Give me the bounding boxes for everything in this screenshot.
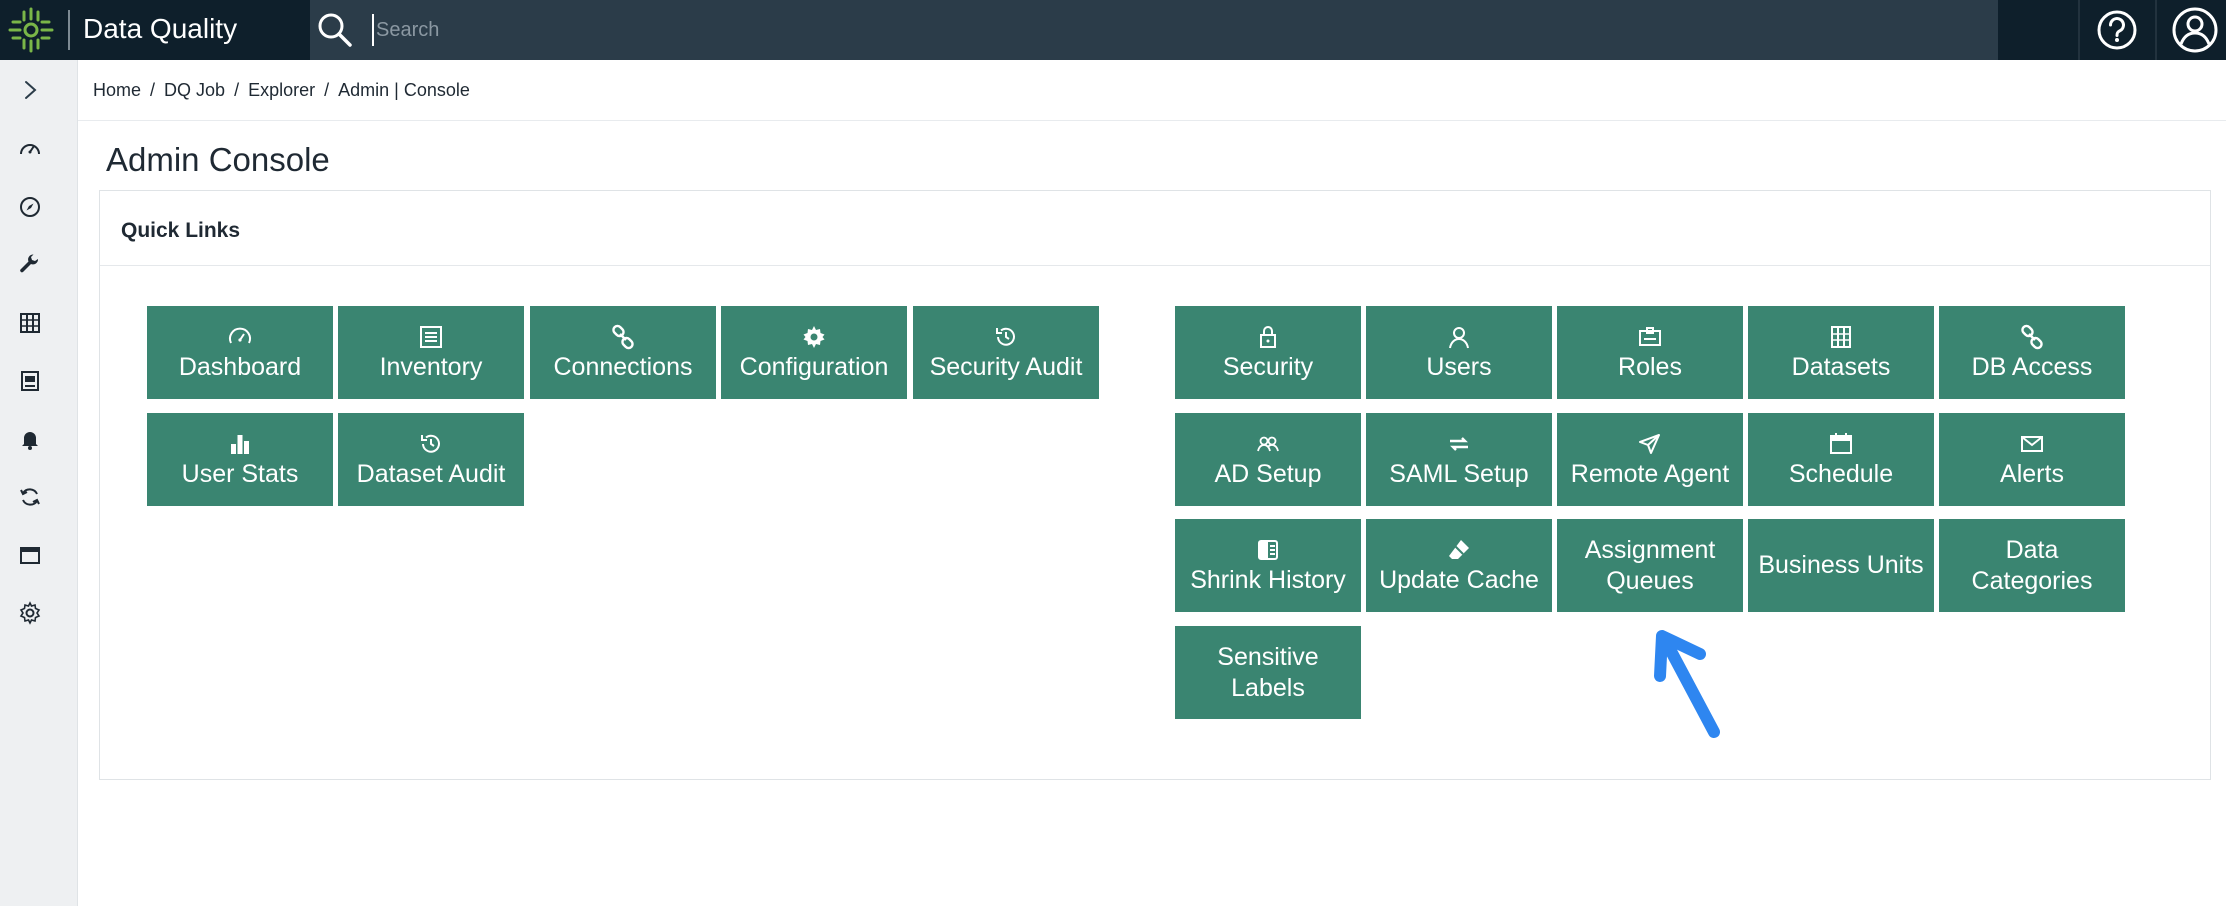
reports-icon[interactable] bbox=[14, 365, 46, 397]
app-title: Data Quality bbox=[83, 13, 238, 44]
tile-label: Security bbox=[1222, 352, 1314, 381]
logo-divider bbox=[68, 10, 70, 50]
tile-label: Remote Agent bbox=[1570, 459, 1730, 488]
tile-label: Inventory bbox=[379, 352, 483, 381]
tile-label: Dashboard bbox=[178, 352, 302, 381]
bar-chart-icon bbox=[227, 431, 253, 457]
help-icon[interactable] bbox=[2095, 8, 2139, 52]
topbar-separator bbox=[2078, 0, 2080, 60]
explorer-compass-icon[interactable] bbox=[14, 191, 46, 223]
tile-label: Shrink History bbox=[1190, 565, 1346, 594]
tile-label: Dataset Audit bbox=[356, 459, 506, 488]
breadcrumb-admin-console[interactable]: Admin | Console bbox=[338, 80, 470, 101]
tile-label: Configuration bbox=[739, 352, 889, 381]
search-icon[interactable] bbox=[316, 11, 354, 49]
top-bar: Data Quality bbox=[0, 0, 2226, 60]
tile-label: Datasets bbox=[1791, 352, 1891, 381]
breadcrumb-divider bbox=[78, 120, 2226, 121]
tile-label: Security Audit bbox=[929, 352, 1083, 381]
catalog-icon[interactable] bbox=[14, 307, 46, 339]
calendar-icon[interactable] bbox=[14, 539, 46, 571]
tile-security-audit[interactable]: Security Audit bbox=[913, 306, 1099, 399]
exchange-icon bbox=[1446, 431, 1472, 457]
left-sidebar bbox=[0, 60, 78, 906]
panel-header: Quick Links bbox=[100, 191, 2210, 266]
tile-users[interactable]: Users bbox=[1366, 306, 1552, 399]
calendar-icon bbox=[1828, 431, 1854, 457]
tile-label: AD Setup bbox=[1214, 459, 1322, 488]
breadcrumb-dq-job[interactable]: DQ Job bbox=[164, 80, 225, 101]
eraser-icon bbox=[1446, 537, 1472, 563]
user-icon bbox=[1446, 324, 1472, 350]
breadcrumb-home[interactable]: Home bbox=[93, 80, 141, 101]
history-icon bbox=[418, 431, 444, 457]
tile-assignment-queues[interactable]: Assignment Queues bbox=[1557, 519, 1743, 612]
settings-gear-icon[interactable] bbox=[14, 597, 46, 629]
tile-shrink-history[interactable]: Shrink History bbox=[1175, 519, 1361, 612]
tile-update-cache[interactable]: Update Cache bbox=[1366, 519, 1552, 612]
breadcrumb-separator: / bbox=[324, 79, 330, 100]
search-input[interactable] bbox=[372, 14, 1972, 46]
tile-dataset-audit[interactable]: Dataset Audit bbox=[338, 413, 524, 506]
user-account-icon[interactable] bbox=[2170, 5, 2220, 55]
link-icon bbox=[610, 324, 636, 350]
gauge-icon bbox=[227, 324, 253, 350]
dashboard-gauge-icon[interactable] bbox=[14, 133, 46, 165]
envelope-icon bbox=[2019, 431, 2045, 457]
tile-datasets[interactable]: Datasets bbox=[1748, 306, 1934, 399]
tile-saml-setup[interactable]: SAML Setup bbox=[1366, 413, 1552, 506]
sync-icon[interactable] bbox=[14, 481, 46, 513]
expand-chevron-icon[interactable] bbox=[14, 74, 46, 106]
history-icon bbox=[993, 324, 1019, 350]
shrink-icon bbox=[1255, 537, 1281, 563]
id-badge-icon bbox=[1637, 324, 1663, 350]
logo-icon[interactable] bbox=[6, 6, 56, 54]
tile-business-units[interactable]: Business Units bbox=[1748, 519, 1934, 612]
topbar-separator bbox=[2155, 0, 2157, 60]
tile-data-categories[interactable]: Data Categories bbox=[1939, 519, 2125, 612]
tile-label: DB Access bbox=[1971, 352, 2093, 381]
tile-label: Connections bbox=[553, 352, 693, 381]
tile-security[interactable]: Security bbox=[1175, 306, 1361, 399]
tile-label: Roles bbox=[1618, 352, 1682, 381]
tile-label: Sensitive Labels bbox=[1217, 642, 1319, 702]
tile-schedule[interactable]: Schedule bbox=[1748, 413, 1934, 506]
panel-title: Quick Links bbox=[121, 219, 241, 242]
tile-label: Users bbox=[1426, 352, 1492, 381]
page-title: Admin Console bbox=[106, 141, 330, 178]
list-icon bbox=[418, 324, 444, 350]
tile-sensitive-labels[interactable]: Sensitive Labels bbox=[1175, 626, 1361, 719]
tile-label: User Stats bbox=[181, 459, 299, 488]
tile-dashboard[interactable]: Dashboard bbox=[147, 306, 333, 399]
tile-inventory[interactable]: Inventory bbox=[338, 306, 524, 399]
tile-db-access[interactable]: DB Access bbox=[1939, 306, 2125, 399]
send-icon bbox=[1637, 431, 1663, 457]
tile-label: Alerts bbox=[2000, 459, 2064, 488]
tile-label: SAML Setup bbox=[1389, 459, 1529, 488]
breadcrumb-separator: / bbox=[150, 79, 156, 100]
notifications-bell-icon[interactable] bbox=[14, 423, 46, 455]
tile-configuration[interactable]: Configuration bbox=[721, 306, 907, 399]
annotation-arrow-icon bbox=[1640, 620, 1730, 740]
breadcrumb-explorer[interactable]: Explorer bbox=[248, 80, 315, 101]
gear-icon bbox=[801, 324, 827, 350]
tile-label: Update Cache bbox=[1379, 565, 1539, 594]
lock-icon bbox=[1255, 324, 1281, 350]
breadcrumb-separator: / bbox=[234, 79, 240, 100]
tile-remote-agent[interactable]: Remote Agent bbox=[1557, 413, 1743, 506]
tile-label: Schedule bbox=[1788, 459, 1894, 488]
link-icon bbox=[2019, 324, 2045, 350]
tile-connections[interactable]: Connections bbox=[530, 306, 716, 399]
breadcrumb: Home / DQ Job / Explorer / Admin | Conso… bbox=[93, 78, 470, 102]
datasets-icon bbox=[1828, 324, 1854, 350]
tile-label: Data Categories bbox=[1971, 535, 2093, 595]
wrench-icon[interactable] bbox=[14, 249, 46, 281]
tile-label: Assignment Queues bbox=[1584, 535, 1716, 595]
tile-alerts[interactable]: Alerts bbox=[1939, 413, 2125, 506]
tile-user-stats[interactable]: User Stats bbox=[147, 413, 333, 506]
users-icon bbox=[1255, 431, 1281, 457]
tile-ad-setup[interactable]: AD Setup bbox=[1175, 413, 1361, 506]
tile-label: Business Units bbox=[1758, 551, 1924, 579]
tile-roles[interactable]: Roles bbox=[1557, 306, 1743, 399]
